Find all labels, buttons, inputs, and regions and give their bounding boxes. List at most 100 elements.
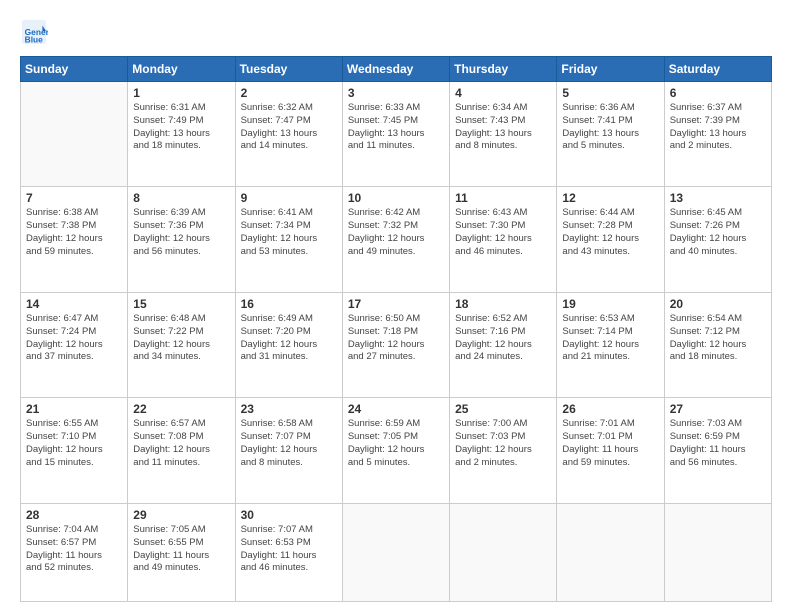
- day-number: 13: [670, 191, 766, 205]
- calendar-week-row: 14 Sunrise: 6:47 AMSunset: 7:24 PMDayligh…: [21, 292, 772, 397]
- day-info: Sunrise: 6:39 AMSunset: 7:36 PMDaylight:…: [133, 207, 229, 258]
- calendar-cell: 7 Sunrise: 6:38 AMSunset: 7:38 PMDaylight…: [21, 187, 128, 292]
- day-info: Sunrise: 7:00 AMSunset: 7:03 PMDaylight:…: [455, 418, 551, 469]
- day-number: 26: [562, 402, 658, 416]
- calendar-cell: 20 Sunrise: 6:54 AMSunset: 7:12 PMDayligh…: [664, 292, 771, 397]
- calendar-week-row: 21Sunrise: 6:55 AMSunset: 7:10 PMDayligh…: [21, 398, 772, 503]
- day-info: Sunrise: 6:41 AMSunset: 7:34 PMDaylight:…: [241, 207, 337, 258]
- calendar-cell: [342, 503, 449, 601]
- day-info: Sunrise: 6:57 AMSunset: 7:08 PMDaylight:…: [133, 418, 229, 469]
- day-info: Sunrise: 6:58 AMSunset: 7:07 PMDaylight:…: [241, 418, 337, 469]
- day-number: 15: [133, 297, 229, 311]
- column-header-saturday: Saturday: [664, 57, 771, 82]
- day-number: 27: [670, 402, 766, 416]
- day-number: 6: [670, 86, 766, 100]
- day-number: 28: [26, 508, 122, 522]
- day-number: 9: [241, 191, 337, 205]
- day-info: Sunrise: 6:52 AMSunset: 7:16 PMDaylight:…: [455, 313, 551, 364]
- day-info: Sunrise: 6:54 AMSunset: 7:12 PMDaylight:…: [670, 313, 766, 364]
- page: General Blue SundayMondayTuesdayWednesda…: [0, 0, 792, 612]
- calendar-cell: 23 Sunrise: 6:58 AMSunset: 7:07 PMDayligh…: [235, 398, 342, 503]
- day-number: 7: [26, 191, 122, 205]
- calendar-cell: [557, 503, 664, 601]
- calendar-cell: 14 Sunrise: 6:47 AMSunset: 7:24 PMDayligh…: [21, 292, 128, 397]
- calendar-cell: 3 Sunrise: 6:33 AMSunset: 7:45 PMDaylight…: [342, 82, 449, 187]
- calendar-cell: 27 Sunrise: 7:03 AMSunset: 6:59 PMDayligh…: [664, 398, 771, 503]
- day-number: 25: [455, 402, 551, 416]
- calendar-cell: [21, 82, 128, 187]
- calendar-cell: 13 Sunrise: 6:45 AMSunset: 7:26 PMDayligh…: [664, 187, 771, 292]
- day-info: Sunrise: 6:37 AMSunset: 7:39 PMDaylight:…: [670, 102, 766, 153]
- day-info: Sunrise: 6:33 AMSunset: 7:45 PMDaylight:…: [348, 102, 444, 153]
- calendar-header-row: SundayMondayTuesdayWednesdayThursdayFrid…: [21, 57, 772, 82]
- calendar-cell: 28Sunrise: 7:04 AMSunset: 6:57 PMDayligh…: [21, 503, 128, 601]
- calendar-cell: 19 Sunrise: 6:53 AMSunset: 7:14 PMDayligh…: [557, 292, 664, 397]
- column-header-monday: Monday: [128, 57, 235, 82]
- calendar-cell: 29Sunrise: 7:05 AMSunset: 6:55 PMDayligh…: [128, 503, 235, 601]
- column-header-friday: Friday: [557, 57, 664, 82]
- calendar-week-row: 1 Sunrise: 6:31 AMSunset: 7:49 PMDaylight…: [21, 82, 772, 187]
- calendar-cell: 25 Sunrise: 7:00 AMSunset: 7:03 PMDayligh…: [450, 398, 557, 503]
- logo: General Blue: [20, 18, 52, 46]
- day-number: 29: [133, 508, 229, 522]
- day-number: 4: [455, 86, 551, 100]
- calendar-cell: 4 Sunrise: 6:34 AMSunset: 7:43 PMDaylight…: [450, 82, 557, 187]
- day-number: 16: [241, 297, 337, 311]
- day-number: 3: [348, 86, 444, 100]
- day-number: 5: [562, 86, 658, 100]
- day-number: 8: [133, 191, 229, 205]
- day-info: Sunrise: 6:34 AMSunset: 7:43 PMDaylight:…: [455, 102, 551, 153]
- calendar-cell: 26 Sunrise: 7:01 AMSunset: 7:01 PMDayligh…: [557, 398, 664, 503]
- day-number: 1: [133, 86, 229, 100]
- calendar-cell: 15 Sunrise: 6:48 AMSunset: 7:22 PMDayligh…: [128, 292, 235, 397]
- calendar-cell: 1 Sunrise: 6:31 AMSunset: 7:49 PMDaylight…: [128, 82, 235, 187]
- day-info: Sunrise: 6:42 AMSunset: 7:32 PMDaylight:…: [348, 207, 444, 258]
- day-number: 23: [241, 402, 337, 416]
- day-number: 18: [455, 297, 551, 311]
- day-number: 10: [348, 191, 444, 205]
- day-number: 24: [348, 402, 444, 416]
- day-info: Sunrise: 6:47 AMSunset: 7:24 PMDaylight:…: [26, 313, 122, 364]
- day-info: Sunrise: 6:43 AMSunset: 7:30 PMDaylight:…: [455, 207, 551, 258]
- calendar-cell: 17Sunrise: 6:50 AMSunset: 7:18 PMDayligh…: [342, 292, 449, 397]
- header: General Blue: [20, 18, 772, 46]
- calendar-cell: 10 Sunrise: 6:42 AMSunset: 7:32 PMDayligh…: [342, 187, 449, 292]
- day-info: Sunrise: 6:45 AMSunset: 7:26 PMDaylight:…: [670, 207, 766, 258]
- calendar-cell: 9 Sunrise: 6:41 AMSunset: 7:34 PMDaylight…: [235, 187, 342, 292]
- calendar-cell: 16Sunrise: 6:49 AMSunset: 7:20 PMDayligh…: [235, 292, 342, 397]
- day-number: 30: [241, 508, 337, 522]
- calendar-cell: 22 Sunrise: 6:57 AMSunset: 7:08 PMDayligh…: [128, 398, 235, 503]
- day-info: Sunrise: 7:03 AMSunset: 6:59 PMDaylight:…: [670, 418, 766, 469]
- column-header-sunday: Sunday: [21, 57, 128, 82]
- calendar-cell: [664, 503, 771, 601]
- day-info: Sunrise: 7:07 AMSunset: 6:53 PMDaylight:…: [241, 524, 337, 575]
- day-info: Sunrise: 6:38 AMSunset: 7:38 PMDaylight:…: [26, 207, 122, 258]
- calendar-cell: 24Sunrise: 6:59 AMSunset: 7:05 PMDayligh…: [342, 398, 449, 503]
- column-header-thursday: Thursday: [450, 57, 557, 82]
- day-info: Sunrise: 6:31 AMSunset: 7:49 PMDaylight:…: [133, 102, 229, 153]
- calendar-cell: 5 Sunrise: 6:36 AMSunset: 7:41 PMDaylight…: [557, 82, 664, 187]
- calendar-cell: [450, 503, 557, 601]
- day-number: 14: [26, 297, 122, 311]
- column-header-wednesday: Wednesday: [342, 57, 449, 82]
- day-number: 12: [562, 191, 658, 205]
- day-number: 20: [670, 297, 766, 311]
- day-info: Sunrise: 6:50 AMSunset: 7:18 PMDaylight:…: [348, 313, 444, 364]
- day-info: Sunrise: 7:01 AMSunset: 7:01 PMDaylight:…: [562, 418, 658, 469]
- calendar-cell: 30 Sunrise: 7:07 AMSunset: 6:53 PMDayligh…: [235, 503, 342, 601]
- calendar-cell: 12Sunrise: 6:44 AMSunset: 7:28 PMDayligh…: [557, 187, 664, 292]
- calendar-cell: 18 Sunrise: 6:52 AMSunset: 7:16 PMDayligh…: [450, 292, 557, 397]
- day-info: Sunrise: 6:48 AMSunset: 7:22 PMDaylight:…: [133, 313, 229, 364]
- calendar: SundayMondayTuesdayWednesdayThursdayFrid…: [20, 56, 772, 602]
- day-number: 22: [133, 402, 229, 416]
- calendar-week-row: 28Sunrise: 7:04 AMSunset: 6:57 PMDayligh…: [21, 503, 772, 601]
- calendar-cell: 8 Sunrise: 6:39 AMSunset: 7:36 PMDaylight…: [128, 187, 235, 292]
- day-info: Sunrise: 6:53 AMSunset: 7:14 PMDaylight:…: [562, 313, 658, 364]
- column-header-tuesday: Tuesday: [235, 57, 342, 82]
- day-info: Sunrise: 6:36 AMSunset: 7:41 PMDaylight:…: [562, 102, 658, 153]
- day-info: Sunrise: 6:32 AMSunset: 7:47 PMDaylight:…: [241, 102, 337, 153]
- calendar-week-row: 7 Sunrise: 6:38 AMSunset: 7:38 PMDaylight…: [21, 187, 772, 292]
- day-number: 19: [562, 297, 658, 311]
- day-number: 11: [455, 191, 551, 205]
- calendar-cell: 21Sunrise: 6:55 AMSunset: 7:10 PMDayligh…: [21, 398, 128, 503]
